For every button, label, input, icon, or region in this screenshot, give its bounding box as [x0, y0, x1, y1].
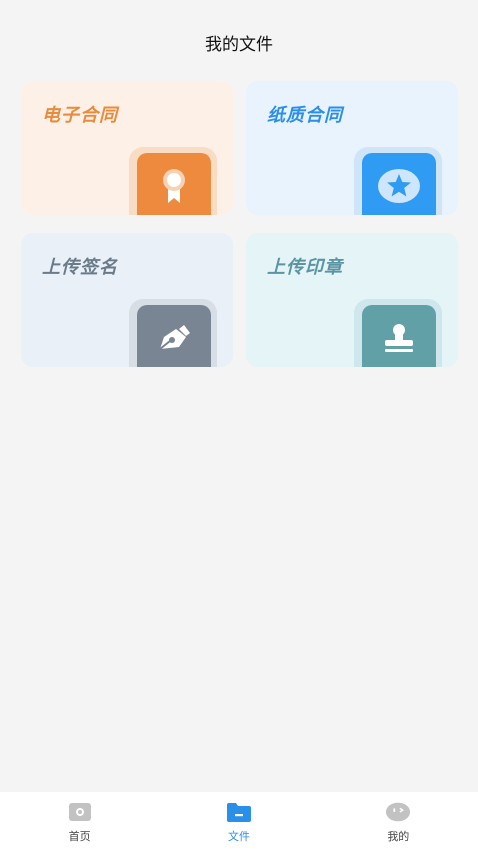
- paper-contract-card[interactable]: 纸质合同: [246, 81, 458, 215]
- paper-contract-label: 纸质合同: [267, 105, 343, 126]
- upload-seal-label: 上传印章: [267, 257, 343, 278]
- tab-profile[interactable]: 我的: [319, 792, 478, 850]
- upload-signature-badge: [137, 305, 211, 367]
- pen-nib-icon: [157, 323, 191, 353]
- tab-files[interactable]: 文件: [159, 792, 318, 850]
- upload-seal-badge: [362, 305, 436, 367]
- tab-home-label: 首页: [68, 830, 91, 843]
- e-contract-badge: [137, 153, 211, 215]
- paper-contract-badge: [362, 153, 436, 215]
- home-icon: [67, 801, 93, 823]
- page-title: 我的文件: [205, 35, 273, 55]
- stamp-icon: [382, 323, 416, 353]
- tab-files-label: 文件: [227, 830, 250, 843]
- header: 我的文件: [0, 0, 478, 84]
- tab-profile-label: 我的: [387, 830, 410, 843]
- upload-signature-card[interactable]: 上传签名: [21, 233, 233, 367]
- upload-signature-label: 上传签名: [42, 257, 118, 278]
- ribbon-award-icon: [159, 167, 189, 205]
- folder-icon: [226, 801, 252, 823]
- e-contract-card[interactable]: 电子合同: [21, 81, 233, 215]
- upload-seal-card[interactable]: 上传印章: [246, 233, 458, 367]
- profile-icon: [385, 801, 411, 823]
- star-badge-icon: [377, 168, 421, 204]
- tab-home[interactable]: 首页: [0, 792, 159, 850]
- e-contract-label: 电子合同: [42, 105, 118, 126]
- bottom-tab-bar: 首页 文件 我的: [0, 792, 478, 850]
